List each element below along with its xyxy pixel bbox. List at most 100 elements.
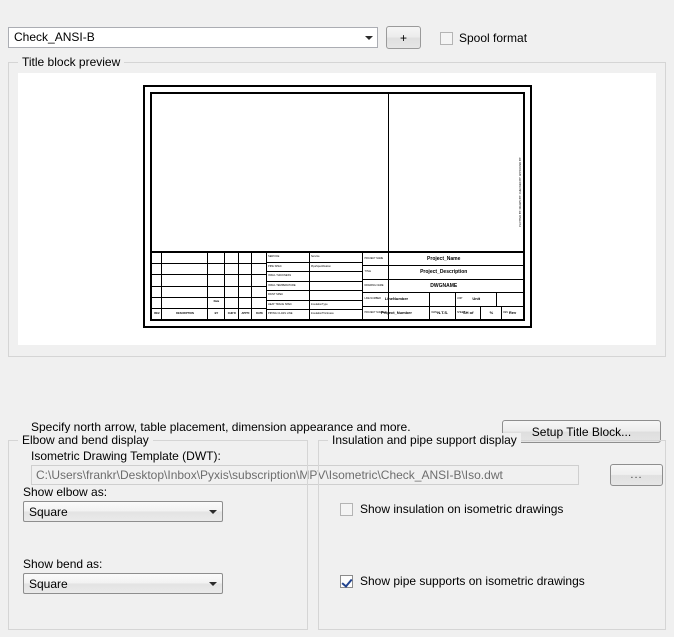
- iso-style-combobox-value: Check_ANSI-B: [14, 30, 95, 44]
- dwgname-tag: DRAWING NAME: [364, 283, 384, 287]
- sheet-tag: SHEET: [456, 310, 465, 314]
- project-description-row: TITLE Project_Description: [363, 266, 523, 280]
- revision-cell: APP'D: [241, 311, 250, 315]
- revision-cell: BY: [214, 311, 219, 315]
- specify-hint-text: Specify north arrow, table placement, di…: [31, 420, 411, 434]
- title-block-frame: REV. DESCRIPTION Date BY CHK'D APP'D DATE: [150, 92, 525, 321]
- insulation-pipe-support-group: Insulation and pipe support display Show…: [318, 433, 666, 630]
- revision-cell: [152, 253, 162, 265]
- spool-format-checkbox[interactable]: [440, 31, 453, 45]
- show-insulation-checkbox-row[interactable]: Show insulation on isometric drawings: [340, 502, 563, 516]
- revision-cell: [152, 287, 162, 298]
- blank-cell-b: [497, 293, 523, 305]
- spec-label: SERVICE: [267, 253, 309, 263]
- revision-cell: Date: [207, 298, 224, 309]
- elbow-bend-display-group-title: Elbow and bend display: [18, 433, 153, 447]
- show-insulation-checkbox[interactable]: [340, 502, 353, 516]
- show-pipe-supports-checkbox-row[interactable]: Show pipe supports on isometric drawings: [340, 574, 585, 588]
- unit-value: Unit: [472, 296, 481, 302]
- show-bend-as-label: Show bend as:: [23, 557, 103, 571]
- revision-cell: [207, 275, 224, 287]
- dwgname-value: DWGNAME: [430, 282, 458, 289]
- chevron-down-icon[interactable]: [360, 28, 377, 47]
- sc-cell: %: [481, 306, 503, 320]
- spec-value: InsulationType: [309, 301, 363, 311]
- revision-cell: [252, 264, 266, 276]
- spec-label: INSUL THICKNESS: [267, 272, 309, 282]
- revision-cell: [252, 253, 266, 265]
- spec-label: INSUL TEMPERATURE: [267, 282, 309, 292]
- spool-format-label: Spool format: [459, 31, 528, 45]
- project-name-tag: PROJECT NAME: [364, 257, 384, 260]
- revision-cell: [224, 264, 238, 276]
- show-bend-as-combobox[interactable]: Square: [23, 573, 223, 594]
- show-pipe-supports-checkbox[interactable]: [340, 574, 353, 588]
- elbow-bend-display-group: Elbow and bend display Show elbow as: Sq…: [8, 433, 308, 630]
- revision-cell: CHK'D: [227, 311, 236, 315]
- title-block-vertical-text: PLOTTED BY: DRAWN BY: CHECKED BY: APPROV…: [519, 157, 522, 227]
- revision-cell: DATE: [256, 311, 264, 315]
- add-style-button[interactable]: +: [386, 26, 421, 49]
- spec-label: HEAT TRACE SPEC: [267, 301, 309, 311]
- show-pipe-supports-label: Show pipe supports on isometric drawings: [360, 574, 585, 588]
- sc-value: %: [489, 309, 494, 315]
- show-elbow-as-value: Square: [29, 504, 68, 519]
- revision-cell: [152, 264, 162, 276]
- blank-cell-a: [430, 293, 456, 306]
- revision-cell: REV.: [154, 311, 161, 315]
- spec-value: InsulationThickness: [310, 312, 334, 316]
- revision-cell: [207, 253, 224, 265]
- project-name-value: Project_Name: [427, 255, 461, 262]
- revision-cell: [238, 253, 252, 265]
- chevron-down-icon[interactable]: [204, 581, 222, 586]
- revision-cell: [162, 264, 207, 276]
- chevron-down-icon[interactable]: [204, 509, 222, 514]
- title-block-preview-group: Title block preview REV. DESCRIPTION Dat…: [8, 55, 666, 486]
- project-number-cell: PROJECT NUMBER Project_Number: [363, 306, 431, 320]
- linenumber-value: LineNumber: [384, 296, 409, 302]
- revision-cell: [152, 298, 162, 309]
- title-block-footer: REV. DESCRIPTION Date BY CHK'D APP'D DATE: [152, 253, 523, 320]
- spool-format-checkbox-row[interactable]: Spool format: [440, 31, 527, 45]
- insulation-pipe-support-group-title: Insulation and pipe support display: [328, 433, 521, 447]
- rev-cell: REV Rev: [502, 307, 523, 319]
- revision-cell: [207, 287, 224, 298]
- revision-cell: [162, 287, 207, 298]
- revision-cell: [252, 275, 266, 287]
- spec-value: Service: [309, 253, 363, 263]
- revision-cell: [224, 287, 238, 298]
- revision-cell: [224, 298, 238, 309]
- show-elbow-as-label: Show elbow as:: [23, 485, 108, 499]
- revision-cell: [238, 275, 252, 287]
- spec-label: PIPE SPEC: [267, 263, 309, 273]
- spec-value: [309, 282, 363, 292]
- unit-tag: UNIT: [456, 297, 463, 301]
- spec-label: PIPING CLASS LINE: [268, 312, 293, 316]
- title-block-project-info: PROJECT NAME Project_Name TITLE Project_…: [363, 253, 523, 320]
- rev-tag: REV: [503, 310, 509, 314]
- sheet-cell: SHEET SH of: [456, 306, 482, 320]
- unit-cell: UNIT Unit: [456, 293, 498, 306]
- revision-cell: [162, 298, 207, 309]
- revision-cell: [162, 275, 207, 287]
- title-block-drawing: REV. DESCRIPTION Date BY CHK'D APP'D DATE: [143, 85, 532, 328]
- revision-cell: [238, 298, 252, 309]
- spec-value: [309, 291, 363, 301]
- revision-cell: DESCRIPTION: [176, 311, 194, 315]
- rev-value: Rev: [508, 309, 517, 315]
- project-description-value: Project_Description: [420, 269, 468, 276]
- revision-cell: [207, 264, 224, 276]
- project-number-tag: PROJECT NUMBER: [364, 310, 387, 314]
- show-bend-as-value: Square: [29, 576, 68, 591]
- linenumber-cell: LINE NUMBER LineNumber: [363, 293, 431, 306]
- revision-cell: [152, 275, 162, 287]
- revision-cell: [224, 253, 238, 265]
- title-block-revision-table: REV. DESCRIPTION Date BY CHK'D APP'D DATE: [152, 253, 267, 319]
- show-insulation-label: Show insulation on isometric drawings: [360, 502, 564, 516]
- scale-tag: DWG: [431, 310, 438, 314]
- title-block-spec-table: SERVICE PIPE SPEC INSUL THICKNESS INSUL …: [267, 253, 364, 319]
- spec-value: [309, 272, 363, 282]
- iso-style-combobox[interactable]: Check_ANSI-B: [8, 27, 378, 48]
- show-elbow-as-combobox[interactable]: Square: [23, 501, 223, 522]
- template-toolbar: Check_ANSI-B + Spool format: [0, 0, 674, 54]
